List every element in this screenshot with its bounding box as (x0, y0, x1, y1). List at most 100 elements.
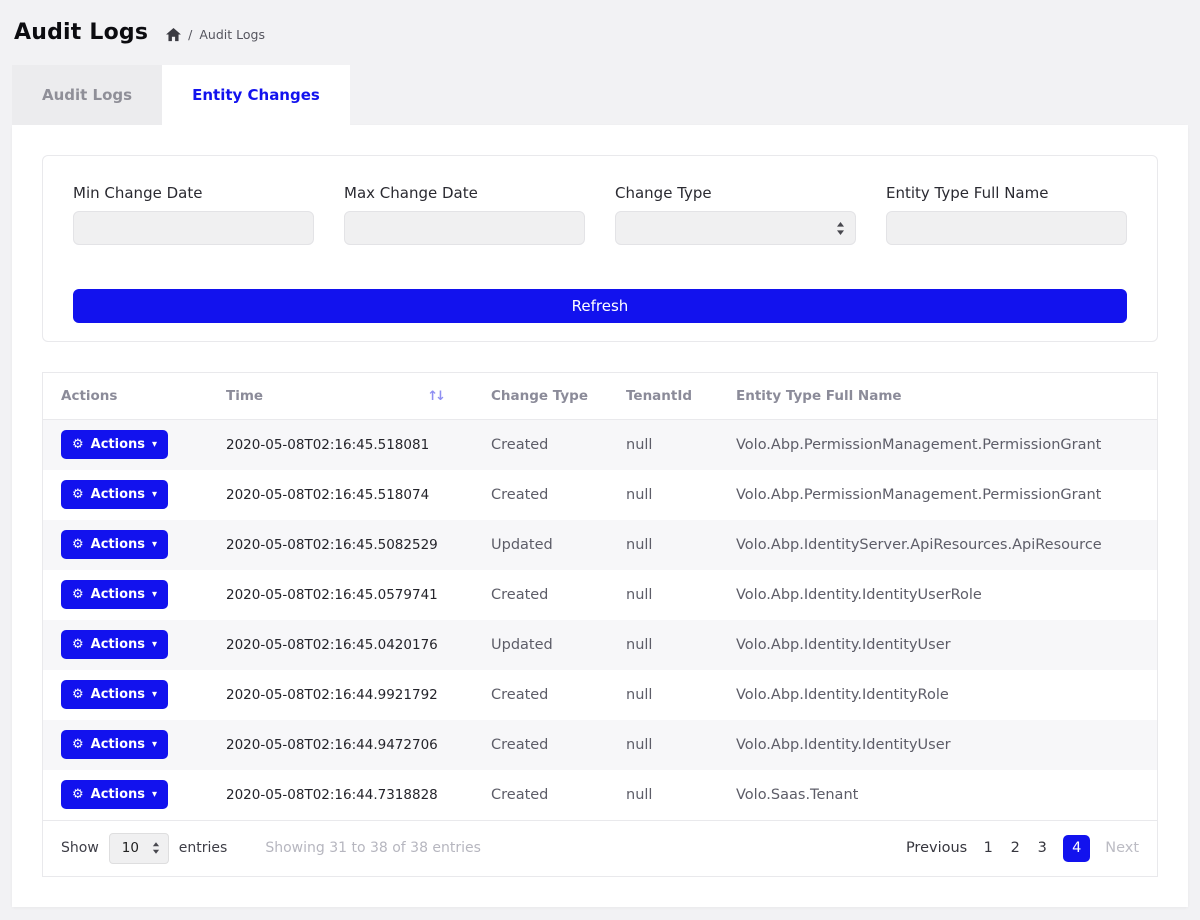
page-size-value: 10 (122, 840, 139, 856)
pagination-page-4[interactable]: 4 (1063, 835, 1090, 862)
caret-down-icon: ▾ (152, 440, 157, 450)
change-type-label: Change Type (615, 184, 856, 202)
page-size-group: Show 10 entries (61, 833, 227, 864)
cell-tenant-id: null (608, 520, 718, 570)
sort-icon[interactable]: ↑↓ (427, 389, 455, 404)
row-actions-button[interactable]: ⚙Actions▾ (61, 580, 168, 609)
entity-type-full-name-input[interactable] (886, 211, 1127, 245)
gear-icon: ⚙ (72, 488, 84, 501)
max-change-date-input[interactable] (344, 211, 585, 245)
entries-status: Showing 31 to 38 of 38 entries (265, 840, 481, 856)
field-change-type: Change Type (615, 184, 856, 245)
row-actions-button[interactable]: ⚙ Actions ▾ (61, 680, 168, 709)
refresh-button[interactable]: Refresh (73, 289, 1127, 323)
cell-tenant-id: null (608, 620, 718, 670)
cell-time: 2020-05-08T02:16:44.7318828 (208, 770, 473, 820)
entity-changes-panel: Min Change Date Max Change Date Change T… (12, 125, 1188, 907)
page-title: Audit Logs (14, 20, 148, 45)
tab-entity-changes[interactable]: Entity Changes (162, 65, 350, 125)
actions-button-label: Actions (91, 637, 145, 652)
table-row: ⚙Actions▾ 2020-05-08T02:16:45.518081 Cre… (43, 420, 1157, 470)
entity-changes-table: Actions Time ↑↓ Change Type TenantId Ent… (42, 372, 1158, 877)
cell-entity-type: Volo.Saas.Tenant (718, 770, 1157, 820)
entries-label: entries (179, 840, 228, 856)
row-actions-button[interactable]: ⚙Actions▾ (61, 780, 168, 809)
caret-down-icon: ▾ (152, 590, 157, 600)
actions-button-label: Actions (91, 437, 145, 452)
pagination-page-2[interactable]: 2 (1009, 840, 1021, 856)
cell-tenant-id: null (608, 770, 718, 820)
cell-entity-type: Volo.Abp.IdentityServer.ApiResources.Api… (718, 520, 1157, 570)
actions-button-label: Actions (91, 537, 145, 552)
table-row: ⚙Actions▾ 2020-05-08T02:16:45.0579741 Cr… (43, 570, 1157, 620)
filter-grid: Min Change Date Max Change Date Change T… (73, 184, 1127, 245)
cell-time: 2020-05-08T02:16:45.518074 (208, 470, 473, 520)
col-entity-type: Entity Type Full Name (718, 373, 1157, 420)
actions-button-label: Actions (91, 587, 145, 602)
field-entity-type-full-name: Entity Type Full Name (886, 184, 1127, 245)
min-change-date-input[interactable] (73, 211, 314, 245)
tab-audit-logs[interactable]: Audit Logs (12, 65, 162, 125)
actions-button-label: Actions (91, 737, 145, 752)
gear-icon: ⚙ (72, 688, 84, 701)
table-row: ⚙ Actions ▾ 2020-05-08T02:16:45.0420176 Up… (43, 620, 1157, 670)
change-type-select[interactable] (615, 211, 856, 245)
cell-time: 2020-05-08T02:16:44.9921792 (208, 670, 473, 720)
updown-arrows-icon (152, 842, 160, 854)
field-max-change-date: Max Change Date (344, 184, 585, 245)
actions-button-label: Actions (91, 687, 145, 702)
col-time-label: Time (226, 388, 263, 404)
cell-entity-type: Volo.Abp.Identity.IdentityUser (718, 620, 1157, 670)
table-header-row: Actions Time ↑↓ Change Type TenantId Ent… (43, 373, 1157, 420)
gear-icon: ⚙ (72, 638, 84, 651)
pagination-page-1[interactable]: 1 (982, 840, 994, 856)
table-row: ⚙Actions▾ 2020-05-08T02:16:45.5082529 Up… (43, 520, 1157, 570)
gear-icon: ⚙ (72, 738, 84, 751)
cell-change-type: Created (473, 670, 608, 720)
cell-change-type: Created (473, 570, 608, 620)
cell-change-type: Created (473, 770, 608, 820)
page-size-select[interactable]: 10 (109, 833, 169, 864)
row-actions-button[interactable]: ⚙Actions▾ (61, 730, 168, 759)
col-time: Time ↑↓ (208, 373, 473, 420)
table-row: ⚙ Actions ▾ 2020-05-08T02:16:44.9921792 Cr… (43, 670, 1157, 720)
cell-tenant-id: null (608, 570, 718, 620)
cell-change-type: Updated (473, 620, 608, 670)
breadcrumb-separator: / (188, 27, 192, 42)
cell-tenant-id: null (608, 720, 718, 770)
caret-down-icon: ▾ (152, 690, 157, 700)
caret-down-icon: ▾ (152, 640, 157, 650)
caret-down-icon: ▾ (152, 490, 157, 500)
show-label: Show (61, 840, 99, 856)
row-actions-button[interactable]: ⚙ Actions ▾ (61, 480, 168, 509)
cell-change-type: Updated (473, 520, 608, 570)
gear-icon: ⚙ (72, 538, 84, 551)
home-icon[interactable] (166, 28, 181, 42)
pagination: Previous 1 2 3 4 Next (906, 835, 1139, 862)
pagination-previous[interactable]: Previous (906, 840, 967, 856)
row-actions-button[interactable]: ⚙ Actions ▾ (61, 430, 168, 459)
filter-panel: Min Change Date Max Change Date Change T… (42, 155, 1158, 342)
cell-entity-type: Volo.Abp.Identity.IdentityUser (718, 720, 1157, 770)
cell-time: 2020-05-08T02:16:45.0420176 (208, 620, 473, 670)
breadcrumb: / Audit Logs (166, 22, 265, 42)
actions-button-label: Actions (91, 487, 145, 502)
page-header: Audit Logs / Audit Logs (0, 0, 1200, 50)
row-actions-button[interactable]: ⚙ Actions ▾ (61, 630, 168, 659)
pagination-page-3[interactable]: 3 (1036, 840, 1048, 856)
breadcrumb-current: Audit Logs (199, 27, 265, 42)
gear-icon: ⚙ (72, 438, 84, 451)
col-change-type: Change Type (473, 373, 608, 420)
cell-change-type: Created (473, 720, 608, 770)
cell-tenant-id: null (608, 470, 718, 520)
updown-arrows-icon (836, 222, 845, 235)
entity-type-full-name-label: Entity Type Full Name (886, 184, 1127, 202)
cell-entity-type: Volo.Abp.Identity.IdentityRole (718, 670, 1157, 720)
row-actions-button[interactable]: ⚙Actions▾ (61, 530, 168, 559)
cell-entity-type: Volo.Abp.PermissionManagement.Permission… (718, 420, 1157, 470)
pagination-next[interactable]: Next (1105, 840, 1139, 856)
tab-bar: Audit Logs Entity Changes (12, 65, 1188, 125)
table-footer: Show 10 entries Showing 31 to 38 of 38 e… (43, 820, 1157, 876)
min-change-date-label: Min Change Date (73, 184, 314, 202)
col-tenant-id: TenantId (608, 373, 718, 420)
